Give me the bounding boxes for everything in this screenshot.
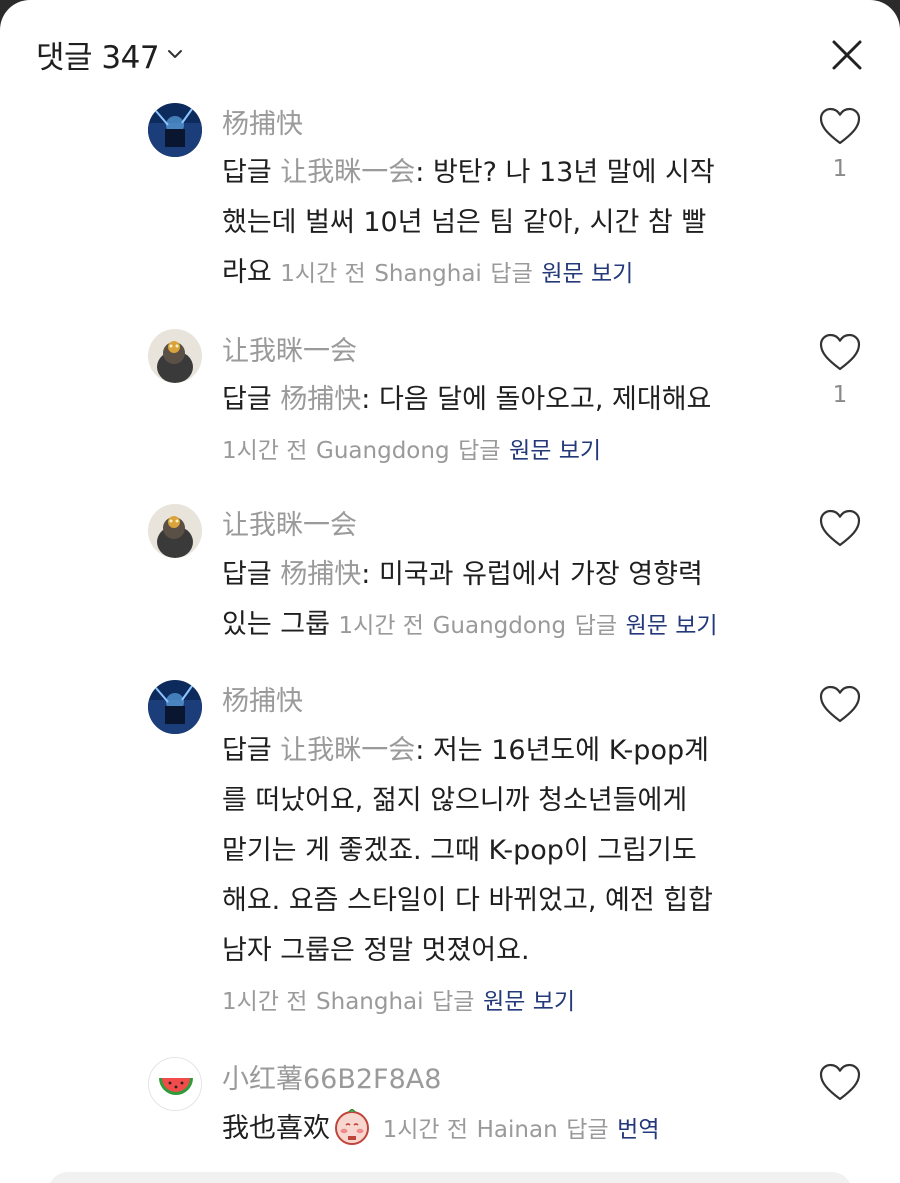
comment-body: 답글 让我眯一会: 저는 16년도에 K-pop계 를 떠났어요, 젊지 않으니… [222,726,782,1027]
like-control [816,684,864,734]
heart-icon[interactable] [818,684,862,724]
watermelon-avatar-icon [149,1058,201,1110]
avatar-image [148,504,202,558]
reply-prefix: 답글 [222,559,272,590]
reply-prefix: 답글 [222,384,272,415]
heart-icon[interactable] [818,1062,862,1102]
comment-time: 1시간 전 [382,1117,469,1143]
comment-body: 답글 让我眯一会: 방탄? 나 13년 말에 시작 했는데 벌써 10년 넘은 … [222,148,782,299]
like-count: 1 [832,156,848,182]
reply-to-user[interactable]: 杨捕快 [280,384,361,415]
like-control: 1 [816,106,864,182]
reply-prefix: 답글 [222,157,272,188]
comment-location: Guangdong [316,438,450,464]
comment-text-line: 남자 그룹은 정말 멋졌어요. [222,935,530,966]
reply-to-user[interactable]: 杨捕快 [280,559,361,590]
view-original-link[interactable]: 원문 보기 [483,989,575,1015]
avatar[interactable] [148,103,202,157]
heart-icon[interactable] [818,332,862,372]
comment-author[interactable]: 杨捕快 [222,107,303,143]
comment-time: 1시간 전 [280,261,366,287]
comment-location: Shanghai [316,989,424,1015]
comment-time: 1시간 전 [222,438,308,464]
comment-location: Guangdong [432,613,567,639]
comment-text-line: 저는 16년도에 K-pop계 [432,735,709,766]
comment-header: 댓글 347 [0,0,900,108]
comment-sheet: 댓글 347 杨捕快 답글 让我眯一会: 방탄? 나 13년 말에 시작 했는데… [0,0,900,1183]
comment-location: Shanghai [374,261,482,287]
comment-input-bar[interactable] [48,1172,852,1183]
comment-text-line: 했는데 벌써 10년 넘은 팀 같아, 시간 참 빨 [222,207,707,238]
comment-text-line: 해요. 요즘 스타일이 다 바뀌었고, 예전 힙합 [222,885,713,916]
avatar-image [148,680,202,734]
comment-body: 답글 杨捕快: 미국과 유럽에서 가장 영향력 있는 그룹 1시간 전 Guan… [222,559,718,640]
avatar[interactable] [148,504,202,558]
like-control [816,1062,864,1112]
comment-text-line: 를 떠났어요, 젊지 않으니까 청소년들에게 [222,785,688,816]
comment-body: 我也喜欢 1시간 전 Hainan 답글 번역 [222,1104,782,1155]
avatar[interactable] [148,329,202,383]
reply-prefix: 답글 [222,735,272,766]
comment-location: Hainan [476,1117,558,1143]
view-original-link[interactable]: 원문 보기 [626,613,718,639]
close-button[interactable] [826,34,868,76]
avatar-image [148,103,202,157]
reply-button[interactable]: 답글 [458,438,500,464]
reply-button[interactable]: 답글 [575,613,617,639]
like-control [816,508,864,558]
avatar[interactable] [148,680,202,734]
comment-text-line: 맡기는 게 좋겠죠. 그때 K-pop이 그립기도 [222,835,697,866]
comment-text: 我也喜欢 [222,1113,330,1144]
comment-count-dropdown[interactable]: 댓글 347 [36,32,185,76]
avatar[interactable] [148,1057,202,1111]
like-control: 1 [816,332,864,408]
view-original-link[interactable]: 원문 보기 [541,261,633,287]
comment-text-line: 다음 달에 돌아오고, 제대해요 [378,384,712,415]
avatar-image [148,329,202,383]
comment-text-line: 방탄? 나 13년 말에 시작 [432,157,715,188]
view-original-link[interactable]: 원문 보기 [509,438,601,464]
comment-body: 답글 杨捕快: 다음 달에 돌아오고, 제대해요 1시간 전 Guangdong… [222,384,712,464]
reply-to-user[interactable]: 让我眯一会 [280,735,415,766]
comment-time: 1시간 전 [222,989,308,1015]
reply-button[interactable]: 답글 [490,261,532,287]
comment-time: 1시간 전 [338,613,424,639]
comment-author[interactable]: 小红薯66B2F8A8 [222,1062,441,1098]
shy-face-emoji-icon [335,1109,369,1145]
comment-text-line: 있는 그룹 [222,609,330,640]
comment-author[interactable]: 让我眯一会 [222,334,357,370]
close-icon [832,40,862,70]
reply-button[interactable]: 답글 [432,989,474,1015]
chevron-down-icon [168,50,183,58]
reply-to-user[interactable]: 让我眯一会 [280,157,415,188]
comment-count-title: 댓글 347 [36,39,160,76]
comment-text-line: 미국과 유럽에서 가장 영향력 [378,559,703,590]
reply-button[interactable]: 답글 [566,1117,608,1143]
comment-author[interactable]: 让我眯一会 [222,508,357,544]
comment-text-line: 라요 [222,257,272,288]
comment-author[interactable]: 杨捕快 [222,684,303,720]
translate-link[interactable]: 번역 [617,1117,659,1143]
like-count: 1 [832,382,848,408]
heart-icon[interactable] [818,106,862,146]
heart-icon[interactable] [818,508,862,548]
